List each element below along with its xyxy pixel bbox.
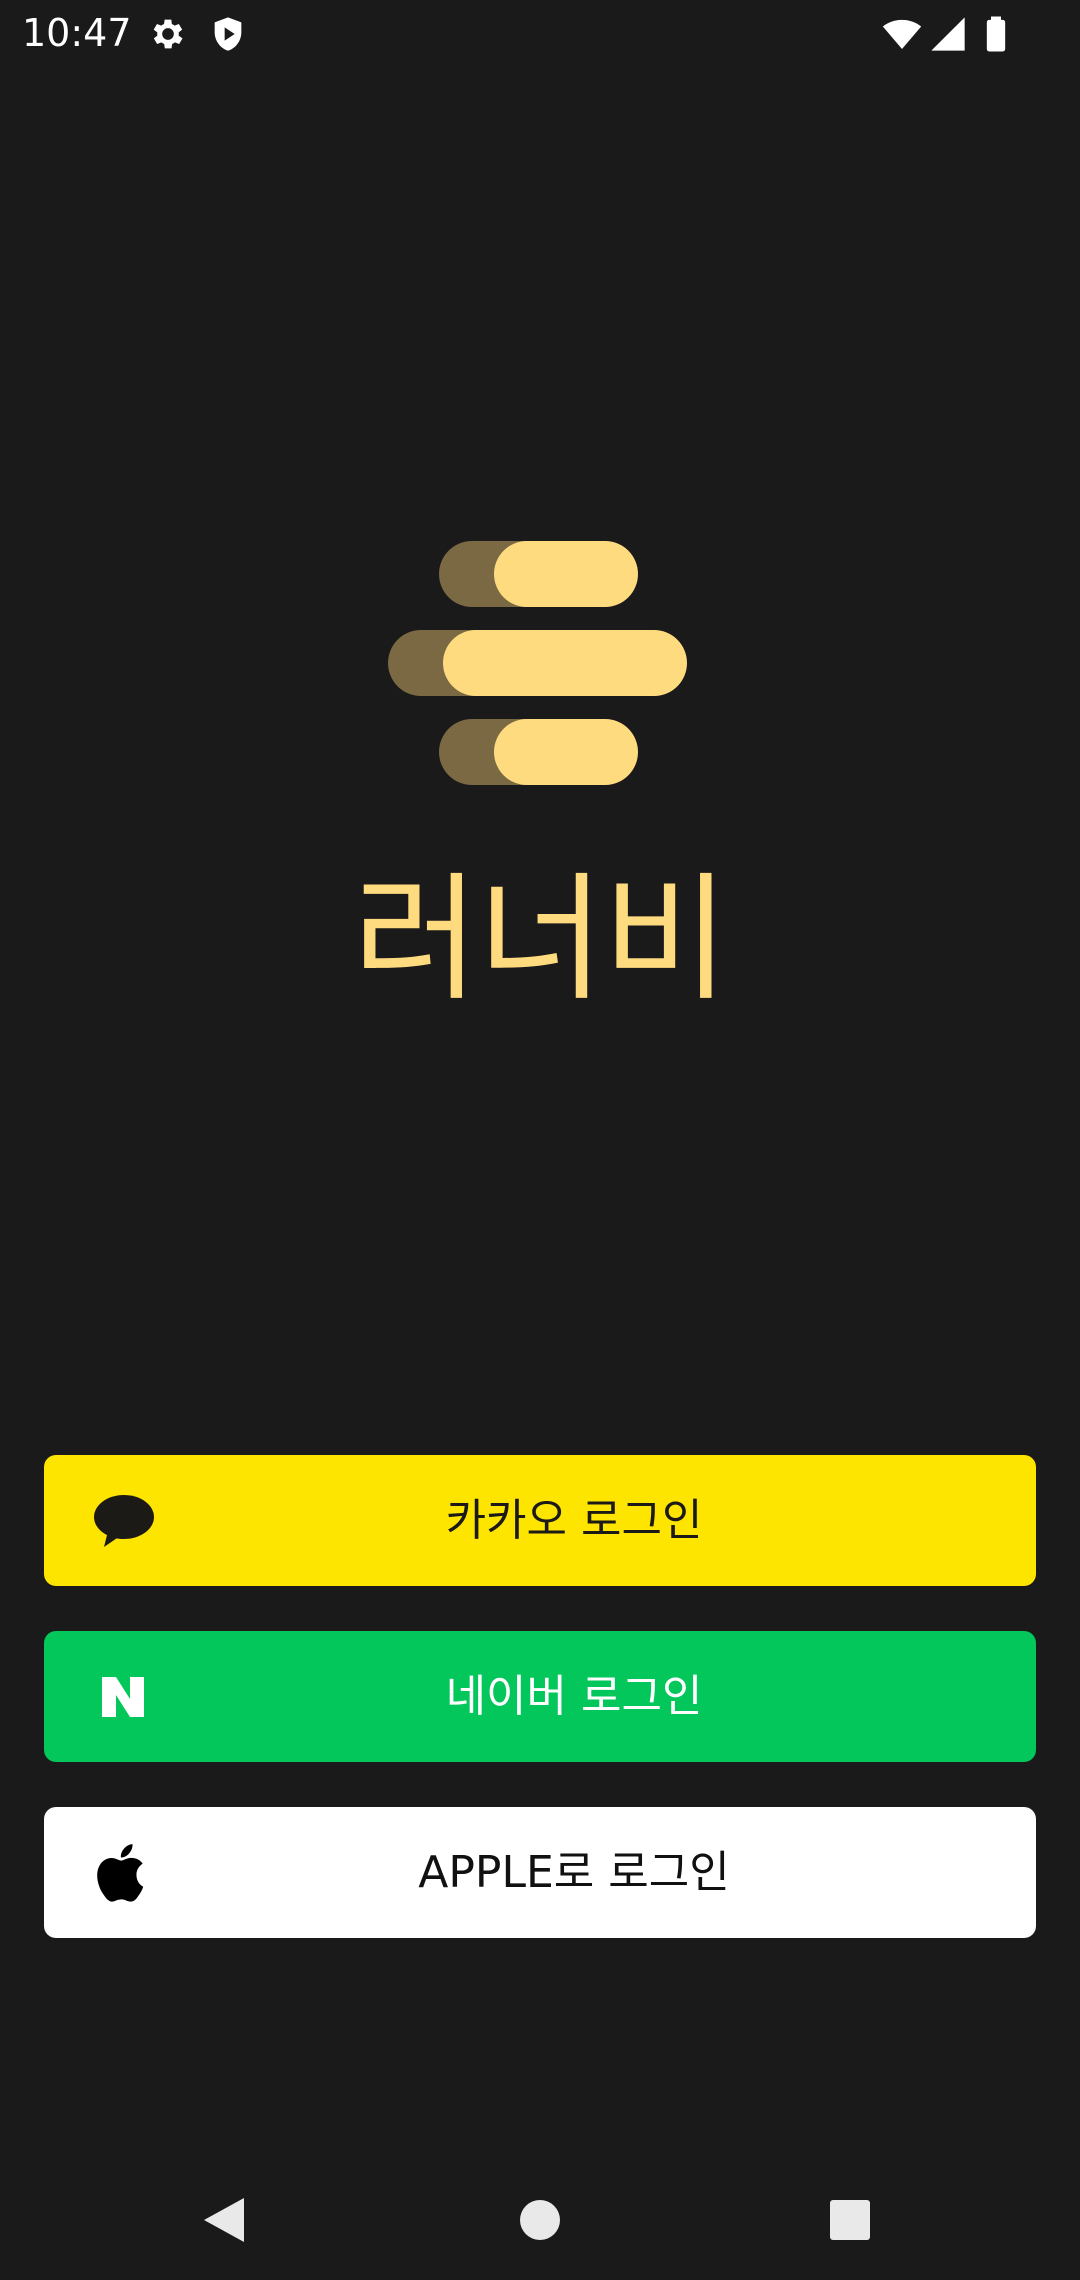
- wifi-icon: [882, 14, 922, 54]
- shield-play-icon: [208, 14, 248, 54]
- battery-icon: [976, 14, 1016, 54]
- bee-stripes-logo: [388, 541, 688, 785]
- cellular-icon: [928, 14, 968, 54]
- app-title: 러너비: [352, 859, 730, 1020]
- kakao-login-button[interactable]: 카카오 로그인: [44, 1455, 1036, 1586]
- recents-icon[interactable]: [820, 2190, 880, 2250]
- status-time: 10:47: [22, 11, 132, 55]
- naver-login-label: 네이버 로그인: [445, 1671, 703, 1722]
- system-nav-bar: [0, 2160, 1080, 2280]
- login-screen: 10:47 러너비 카카오 로그인 네이버 로그인 APPLE로 로그인: [0, 0, 1080, 2280]
- kakao-login-label: 카카오 로그인: [445, 1495, 703, 1546]
- settings-icon: [148, 14, 188, 54]
- apple-login-label: APPLE로 로그인: [418, 1847, 730, 1898]
- apple-login-button[interactable]: APPLE로 로그인: [44, 1807, 1036, 1938]
- status-bar: 10:47: [0, 0, 1080, 66]
- home-icon[interactable]: [510, 2190, 570, 2250]
- naver-login-button[interactable]: 네이버 로그인: [44, 1631, 1036, 1762]
- back-icon[interactable]: [196, 2190, 256, 2250]
